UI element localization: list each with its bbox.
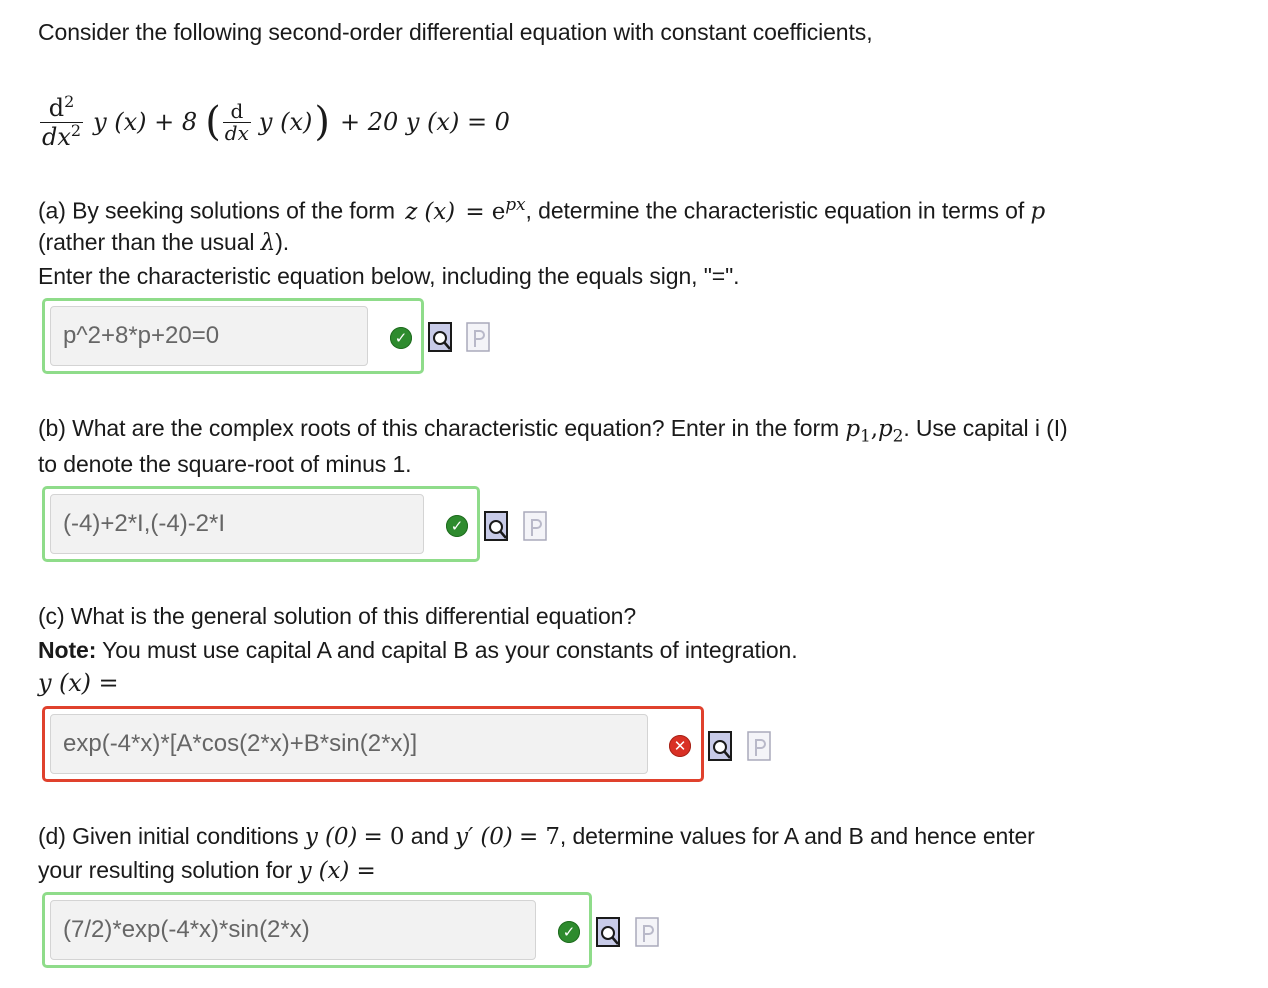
answer-input-d[interactable]: (7/2)*exp(-4*x)*sin(2*x) xyxy=(50,900,536,960)
differential-equation: d2 dx2 y (x) + 8 ( d dx y (x) ) + 20 y (… xyxy=(40,86,510,158)
formula-editor-icon[interactable] xyxy=(465,321,493,355)
preview-icon[interactable] xyxy=(483,510,511,544)
correct-icon: ✓ xyxy=(558,921,580,943)
eq-term-2: y (x) xyxy=(258,108,313,136)
part-a-line-2: (rather than the usual λ). xyxy=(38,229,290,256)
part-d-line-2: your resulting solution for y (x) = xyxy=(38,857,376,884)
formula-editor-icon[interactable] xyxy=(522,510,550,544)
preview-icon[interactable] xyxy=(707,730,735,764)
correct-icon: ✓ xyxy=(390,327,412,349)
part-a-line-1: (a) By seeking solutions of the form z (… xyxy=(38,195,1046,225)
incorrect-icon: ✕ xyxy=(669,735,691,757)
answer-input-c[interactable]: exp(-4*x)*[A*cos(2*x)+B*sin(2*x)] xyxy=(50,714,648,774)
answer-box-b: (-4)+2*I,(-4)-2*I ✓ xyxy=(42,486,480,562)
preview-icon[interactable] xyxy=(595,916,623,950)
answer-box-c: exp(-4*x)*[A*cos(2*x)+B*sin(2*x)] ✕ xyxy=(42,706,704,782)
part-c-question: (c) What is the general solution of this… xyxy=(38,603,637,629)
right-paren: ) xyxy=(314,99,330,145)
left-paren: ( xyxy=(205,99,221,145)
intro-text: Consider the following second-order diff… xyxy=(38,19,873,45)
preview-icon[interactable] xyxy=(427,321,455,355)
first-derivative-operator: d dx xyxy=(222,98,251,145)
formula-editor-icon[interactable] xyxy=(746,730,774,764)
part-b-line-2: to denote the square-root of minus 1. xyxy=(38,451,412,477)
answer-box-a: p^2+8*p+20=0 ✓ xyxy=(42,298,424,374)
formula-editor-icon[interactable] xyxy=(634,916,662,950)
second-derivative-operator: d2 dx2 xyxy=(40,92,84,151)
correct-icon: ✓ xyxy=(446,515,468,537)
part-d-line-1: (d) Given initial conditions y (0) = 0 a… xyxy=(38,823,1035,850)
answer-input-a[interactable]: p^2+8*p+20=0 xyxy=(50,306,368,366)
eq-term-3: + 20 y (x) = 0 xyxy=(339,108,510,136)
part-b-line-1: (b) What are the complex roots of this c… xyxy=(38,415,1068,447)
eq-term-1: y (x) + 8 xyxy=(93,108,198,136)
answer-input-b[interactable]: (-4)+2*I,(-4)-2*I xyxy=(50,494,424,554)
part-c-yx-label: y (x) = xyxy=(38,669,119,697)
part-c-note: Note: You must use capital A and capital… xyxy=(38,637,798,663)
answer-box-d: (7/2)*exp(-4*x)*sin(2*x) ✓ xyxy=(42,892,592,968)
part-a-instruction: Enter the characteristic equation below,… xyxy=(38,263,740,289)
